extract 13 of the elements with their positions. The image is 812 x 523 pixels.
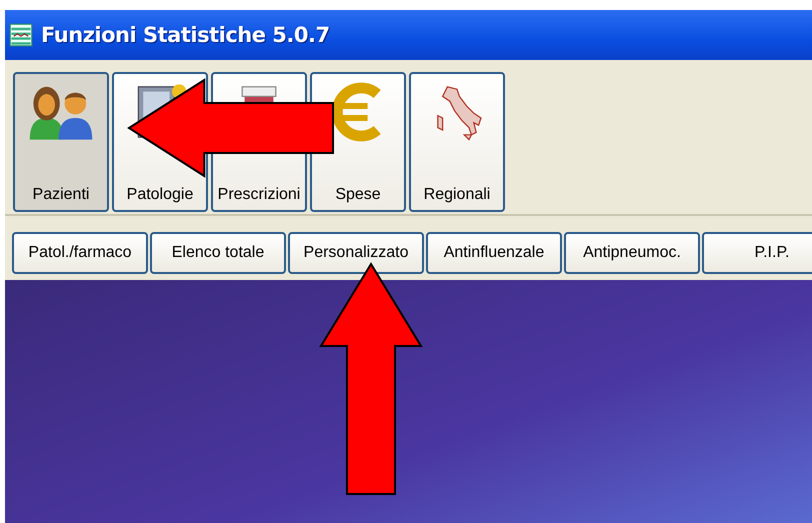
tab-button[interactable]: Antinfluenzale — [426, 232, 562, 274]
window-title: Funzioni Statistiche 5.0.7 — [41, 23, 330, 47]
tab-button[interactable]: Antipneumoc. — [564, 232, 700, 274]
toolbar-button[interactable]: Pazienti — [13, 72, 109, 212]
arrow-icon — [319, 262, 423, 496]
tab-button[interactable]: Elenco totale — [150, 232, 286, 274]
arrow-icon — [127, 78, 335, 178]
app-icon — [9, 23, 33, 47]
tab-button[interactable]: P.I.P. — [702, 232, 812, 274]
toolbar-button[interactable]: Spese — [310, 72, 406, 212]
tab-button[interactable]: Personalizzato — [288, 232, 424, 274]
tab-button[interactable]: Patol./farmaco — [12, 232, 148, 274]
toolbar-button[interactable]: Regionali — [409, 72, 505, 212]
